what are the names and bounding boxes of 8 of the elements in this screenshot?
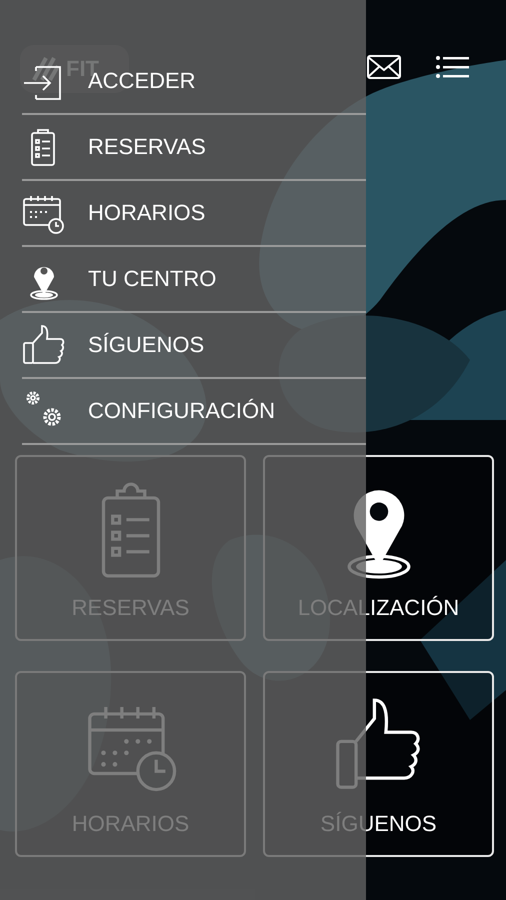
drawer-menu-item[interactable]: CONFIGURACIÓN — [22, 379, 366, 445]
menu-icon[interactable] — [435, 55, 469, 79]
mail-icon[interactable] — [367, 55, 401, 79]
drawer-menu-item[interactable]: SÍGUENOS — [22, 313, 366, 379]
drawer-menu-item[interactable]: TU CENTRO — [22, 247, 366, 313]
drawer-menu-item[interactable]: RESERVAS — [22, 115, 366, 181]
drawer-menu-item[interactable]: HORARIOS — [22, 181, 366, 247]
thumbs-up-icon — [22, 323, 66, 367]
